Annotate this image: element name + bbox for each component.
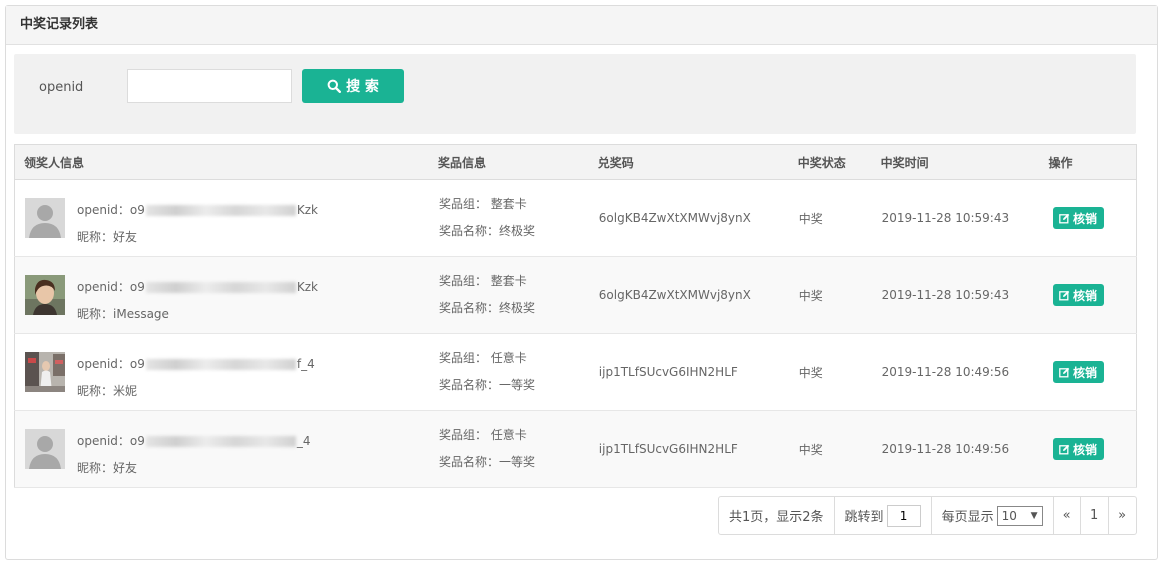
search-bar: openid 搜 索 [14, 54, 1136, 134]
openid-text: openid：o9 Kzk [77, 280, 319, 294]
prize-name-text: 奖品名称：终极奖 [438, 224, 535, 238]
user-photo-icon [25, 275, 65, 315]
edit-icon [1059, 444, 1070, 454]
verify-button[interactable]: 核销 [1052, 361, 1104, 383]
prize-group-text: 奖品组： 整套卡 [438, 274, 527, 288]
redeem-code: 6olgKB4ZwXtXMWvj8ynX [588, 256, 789, 334]
openid-redaction [145, 205, 296, 216]
openid-redaction [145, 282, 296, 293]
prize-group-text: 奖品组： 任意卡 [438, 351, 527, 365]
winner-cell: openid：o9 _4 昵称：好友 [15, 411, 429, 487]
prev-page-button[interactable]: « [1054, 497, 1081, 534]
verify-button[interactable]: 核销 [1052, 207, 1104, 229]
openid-text: openid：o9 Kzk [77, 203, 319, 217]
next-page-button[interactable]: » [1109, 497, 1136, 534]
avatar [25, 352, 65, 392]
winner-cell: openid：o9 Kzk 昵称：好友 [15, 180, 429, 256]
prize-name-text: 奖品名称：一等奖 [438, 455, 535, 469]
table-row: openid：o9 Kzk 昵称：iMessage 奖品组： 整套卡 奖品名称：终… [14, 256, 1137, 334]
winner-cell: openid：o9 Kzk 昵称：iMessage [15, 257, 429, 333]
win-time: 2019-11-28 10:49:56 [871, 410, 1040, 488]
edit-icon [1059, 367, 1070, 377]
search-icon [327, 79, 342, 93]
prize-name-text: 奖品名称：终极奖 [438, 301, 535, 315]
default-avatar-icon [25, 198, 65, 238]
prize-group-text: 奖品组： 整套卡 [438, 197, 527, 211]
avatar [25, 275, 65, 315]
nickname-text: 昵称：米妮 [77, 384, 138, 398]
column-header-time: 中奖时间 [871, 144, 1040, 180]
win-time: 2019-11-28 10:49:56 [871, 333, 1040, 411]
nickname-text: 昵称：好友 [77, 230, 138, 244]
jump-page-input[interactable] [886, 504, 921, 527]
per-page-label: 每页显示 [941, 510, 994, 525]
column-header-code: 兑奖码 [588, 144, 789, 180]
column-header-prize: 奖品信息 [428, 144, 589, 180]
openid-text: openid：o9 f_4 [77, 357, 315, 371]
verify-button[interactable]: 核销 [1052, 438, 1104, 460]
openid-redaction [145, 359, 296, 370]
openid-redaction [145, 436, 296, 447]
win-time: 2019-11-28 10:59:43 [871, 256, 1040, 334]
pagination: 共1页，显示2条 跳转到 每页显示 10 ▼ « 1 » [718, 496, 1137, 535]
default-avatar-icon [25, 429, 65, 469]
records-table: 领奖人信息 奖品信息 兑奖码 中奖状态 中奖时间 操作 openid：o9 Kzk [14, 144, 1137, 488]
openid-label: openid [39, 80, 84, 95]
search-button[interactable]: 搜 索 [302, 69, 404, 103]
win-status: 中奖 [788, 256, 872, 334]
openid-text: openid：o9 _4 [77, 434, 311, 448]
column-header-action: 操作 [1039, 144, 1137, 180]
table-row: openid：o9 _4 昵称：好友 奖品组： 任意卡 奖品名称：一等奖 ijp1… [14, 410, 1137, 488]
table-row: openid：o9 f_4 昵称：米妮 奖品组： 任意卡 奖品名称：一等奖 ijp… [14, 333, 1137, 411]
redeem-code: ijp1TLfSUcvG6IHN2HLF [588, 333, 789, 411]
verify-button[interactable]: 核销 [1052, 284, 1104, 306]
jump-to-page: 跳转到 [835, 497, 932, 534]
win-time: 2019-11-28 10:59:43 [871, 179, 1040, 257]
win-status: 中奖 [788, 179, 872, 257]
nickname-text: 昵称：好友 [77, 461, 138, 475]
dropdown-arrow-icon: ▼ [1030, 510, 1038, 521]
openid-search-input[interactable] [127, 69, 292, 103]
win-status: 中奖 [788, 333, 872, 411]
prize-name-text: 奖品名称：一等奖 [438, 378, 535, 392]
per-page: 每页显示 10 ▼ [932, 497, 1054, 534]
redeem-code: ijp1TLfSUcvG6IHN2HLF [588, 410, 789, 488]
table-row: openid：o9 Kzk 昵称：好友 奖品组： 整套卡 奖品名称：终极奖 6ol… [14, 179, 1137, 257]
nickname-text: 昵称：iMessage [77, 307, 169, 321]
per-page-select[interactable]: 10 ▼ [996, 505, 1043, 526]
user-photo-icon [25, 352, 65, 392]
avatar [25, 429, 65, 469]
search-button-label: 搜 索 [346, 79, 379, 95]
win-status: 中奖 [788, 410, 872, 488]
jump-label: 跳转到 [844, 510, 884, 525]
edit-icon [1059, 213, 1070, 223]
page-number-button[interactable]: 1 [1081, 497, 1109, 534]
avatar [25, 198, 65, 238]
column-header-winner: 领奖人信息 [14, 144, 429, 180]
table-header-row: 领奖人信息 奖品信息 兑奖码 中奖状态 中奖时间 操作 [14, 144, 1137, 180]
panel-title: 中奖记录列表 [6, 6, 1157, 45]
pagination-summary: 共1页，显示2条 [719, 497, 835, 534]
column-header-status: 中奖状态 [788, 144, 872, 180]
redeem-code: 6olgKB4ZwXtXMWvj8ynX [588, 179, 789, 257]
edit-icon [1059, 290, 1070, 300]
winner-cell: openid：o9 f_4 昵称：米妮 [15, 334, 429, 410]
prize-group-text: 奖品组： 任意卡 [438, 428, 527, 442]
